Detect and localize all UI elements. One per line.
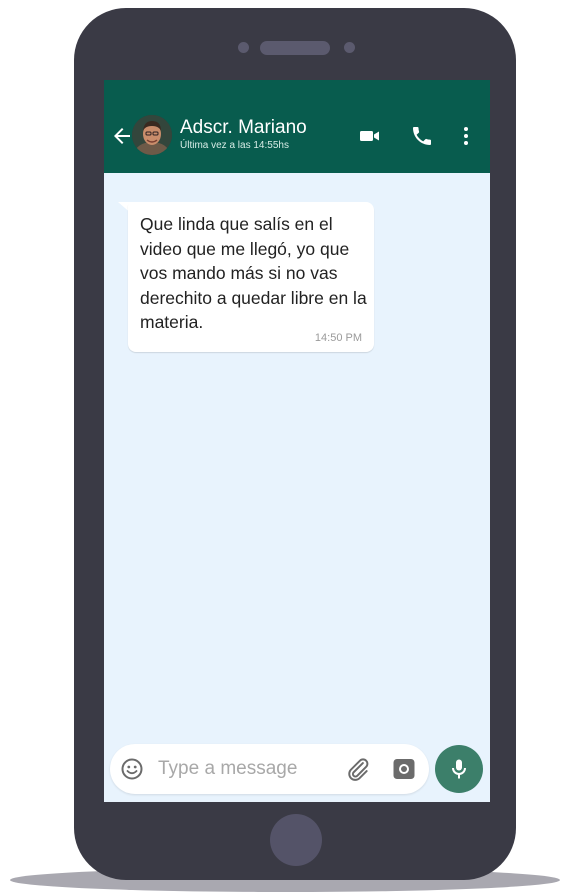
chat-screen: Adscr. Mariano Última vez a las 14:55hs … <box>104 80 490 802</box>
message-text: Que linda que salís en el video que me l… <box>140 214 367 332</box>
emoji-icon[interactable] <box>120 757 144 781</box>
last-seen-status: Última vez a las 14:55hs <box>180 140 289 151</box>
sensor-dot <box>344 42 355 53</box>
more-vertical-icon[interactable] <box>454 124 478 148</box>
video-camera-icon[interactable] <box>358 124 382 148</box>
speaker-grille <box>260 41 330 55</box>
microphone-icon <box>452 759 466 779</box>
message-input[interactable] <box>158 757 328 781</box>
front-camera-dot <box>238 42 249 53</box>
message-timestamp: 14:50 PM <box>314 332 362 344</box>
contact-name[interactable]: Adscr. Mariano <box>180 117 307 139</box>
camera-icon[interactable] <box>392 757 416 781</box>
chat-header: Adscr. Mariano Última vez a las 14:55hs <box>104 80 490 173</box>
incoming-message-bubble[interactable]: Que linda que salís en el video que me l… <box>128 202 374 352</box>
home-button[interactable] <box>270 814 322 866</box>
paperclip-icon[interactable] <box>345 756 371 782</box>
mic-button[interactable] <box>435 745 483 793</box>
avatar-photo <box>132 115 172 155</box>
message-composer <box>110 744 429 794</box>
phone-icon[interactable] <box>410 124 434 148</box>
avatar[interactable] <box>132 115 172 155</box>
arrow-left-icon[interactable] <box>110 124 134 148</box>
